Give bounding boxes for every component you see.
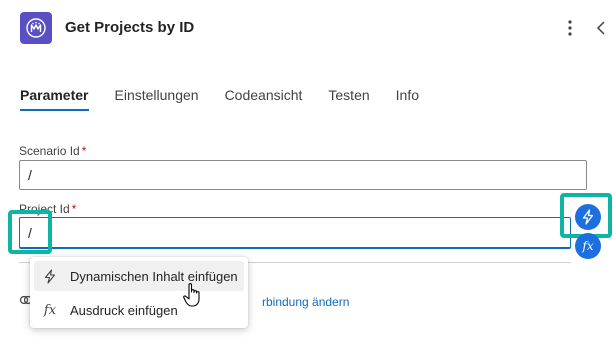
project-id-label: Project Id * <box>19 202 76 216</box>
insert-content-menu: Dynamischen Inhalt einfügen fx Ausdruck … <box>30 257 248 328</box>
required-marker: * <box>81 144 87 158</box>
scenario-id-label-text: Scenario Id <box>19 144 80 158</box>
panel-header: Get Projects by ID <box>0 0 616 60</box>
chevron-left-icon <box>596 21 605 35</box>
tab-info[interactable]: Info <box>396 86 419 112</box>
scenario-id-label: Scenario Id * <box>19 144 86 158</box>
collapse-panel-button[interactable] <box>592 16 610 40</box>
lightning-icon <box>582 209 594 225</box>
project-id-label-text: Project Id <box>19 202 70 216</box>
menu-item-label: Ausdruck einfügen <box>70 302 178 318</box>
fx-icon: fx <box>43 302 57 318</box>
tab-einstellungen[interactable]: Einstellungen <box>115 86 199 112</box>
menu-item-dynamic-content[interactable]: Dynamischen Inhalt einfügen <box>34 261 244 291</box>
app-logo-icon <box>26 18 46 38</box>
menu-item-label: Dynamischen Inhalt einfügen <box>70 268 238 284</box>
hand-pointer-cursor-icon <box>183 283 200 307</box>
scenario-id-input[interactable]: / <box>19 160 587 190</box>
tab-bar: Parameter Einstellungen Codeansicht Test… <box>20 86 445 112</box>
scenario-id-value: / <box>28 167 32 183</box>
lightning-icon <box>36 268 64 284</box>
more-options-button[interactable] <box>561 16 579 40</box>
insert-expression-button[interactable]: fx <box>575 233 601 259</box>
insert-dynamic-content-button[interactable] <box>575 204 601 230</box>
tab-testen[interactable]: Testen <box>328 86 369 112</box>
menu-item-expression[interactable]: fx Ausdruck einfügen <box>34 295 244 325</box>
required-marker: * <box>71 202 77 216</box>
change-connection-link[interactable]: rbindung ändern <box>262 295 349 309</box>
action-title: Get Projects by ID <box>65 19 195 36</box>
tab-codeansicht[interactable]: Codeansicht <box>225 86 303 112</box>
more-vertical-icon <box>568 20 572 36</box>
project-id-value: / <box>28 224 32 241</box>
tab-parameter[interactable]: Parameter <box>20 86 89 112</box>
project-id-input[interactable]: / <box>19 217 571 249</box>
app-logo <box>20 12 52 44</box>
